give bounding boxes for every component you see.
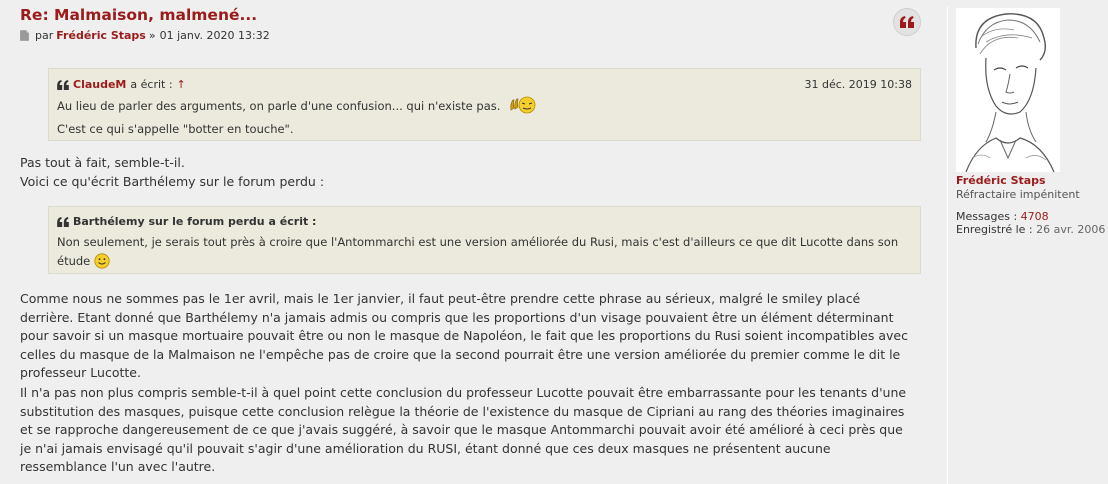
post-paragraph: Pas tout à fait, semble-t-il. Voici ce q… <box>20 154 915 191</box>
profile-rank: Réfractaire impénitent <box>956 188 1080 201</box>
quote-text: Au lieu de parler des arguments, on parl… <box>57 99 501 113</box>
post-text-line: Pas tout à fait, semble-t-il. <box>20 155 185 170</box>
post-datetime: 01 janv. 2020 13:32 <box>159 29 270 42</box>
quote-citation: ClaudeM a écrit : ↑ 31 déc. 2019 10:38 <box>57 75 912 94</box>
meta-separator: » <box>148 29 156 42</box>
document-icon <box>20 30 29 41</box>
profile-divider <box>947 6 948 484</box>
smiley-icon <box>508 96 536 120</box>
forum-post: Re: Malmaison, malmené... par Frédéric S… <box>0 0 1108 484</box>
quote-line: Au lieu de parler des arguments, on parl… <box>57 96 912 120</box>
registered-label: Enregistré le : <box>956 223 1033 236</box>
post-title[interactable]: Re: Malmaison, malmené... <box>20 6 257 24</box>
quote-button[interactable] <box>893 8 921 36</box>
post-paragraph: Il n'a pas non plus compris semble-t-il … <box>20 385 907 474</box>
quote-icon <box>57 79 69 90</box>
quote-text: Non seulement, je serais tout près à cro… <box>57 235 899 268</box>
avatar-sketch-image <box>956 8 1060 172</box>
quote-author-link[interactable]: ClaudeM <box>73 75 126 94</box>
quote-source-link[interactable]: ↑ <box>177 75 186 94</box>
profile-username-link[interactable]: Frédéric Staps <box>956 174 1046 187</box>
author-profile: Frédéric Staps Réfractaire impénitent Me… <box>947 0 1108 484</box>
quote-line: Non seulement, je serais tout près à cro… <box>57 233 912 271</box>
quote-text: C'est ce qui s'appelle "botter en touche… <box>57 122 294 136</box>
profile-stats: Messages : 4708 Enregistré le : 26 avr. … <box>956 210 1105 236</box>
quote-icon <box>900 16 914 28</box>
profile-registered-row: Enregistré le : 26 avr. 2006 <box>956 223 1105 236</box>
profile-messages-row: Messages : 4708 <box>956 210 1105 223</box>
post-paragraph: Comme nous ne sommes pas le 1er avril, m… <box>20 291 908 380</box>
quote-suffix: a écrit : <box>130 78 173 91</box>
post-meta: par Frédéric Staps » 01 janv. 2020 13:32 <box>20 29 270 42</box>
quote-citation: Barthélemy sur le forum perdu a écrit : <box>57 212 912 231</box>
quote-date: 31 déc. 2019 10:38 <box>804 78 912 91</box>
quote-author: Barthélemy sur le forum perdu <box>73 215 265 228</box>
quote-icon <box>57 216 69 227</box>
registered-date: 26 avr. 2006 <box>1036 223 1106 236</box>
messages-count-link[interactable]: 4708 <box>1021 210 1049 223</box>
messages-label: Messages : <box>956 210 1018 223</box>
quote-block-barthelemy: Barthélemy sur le forum perdu a écrit : … <box>48 206 921 274</box>
meta-by: par <box>35 29 54 42</box>
post-text-line: Voici ce qu'écrit Barthélemy sur le foru… <box>20 173 325 189</box>
post-author-link[interactable]: Frédéric Staps <box>56 29 146 42</box>
avatar[interactable] <box>956 8 1060 172</box>
smiley-icon <box>94 253 110 269</box>
quote-block-claudem: ClaudeM a écrit : ↑ 31 déc. 2019 10:38 A… <box>48 68 921 141</box>
quote-suffix: a écrit : <box>268 215 317 228</box>
